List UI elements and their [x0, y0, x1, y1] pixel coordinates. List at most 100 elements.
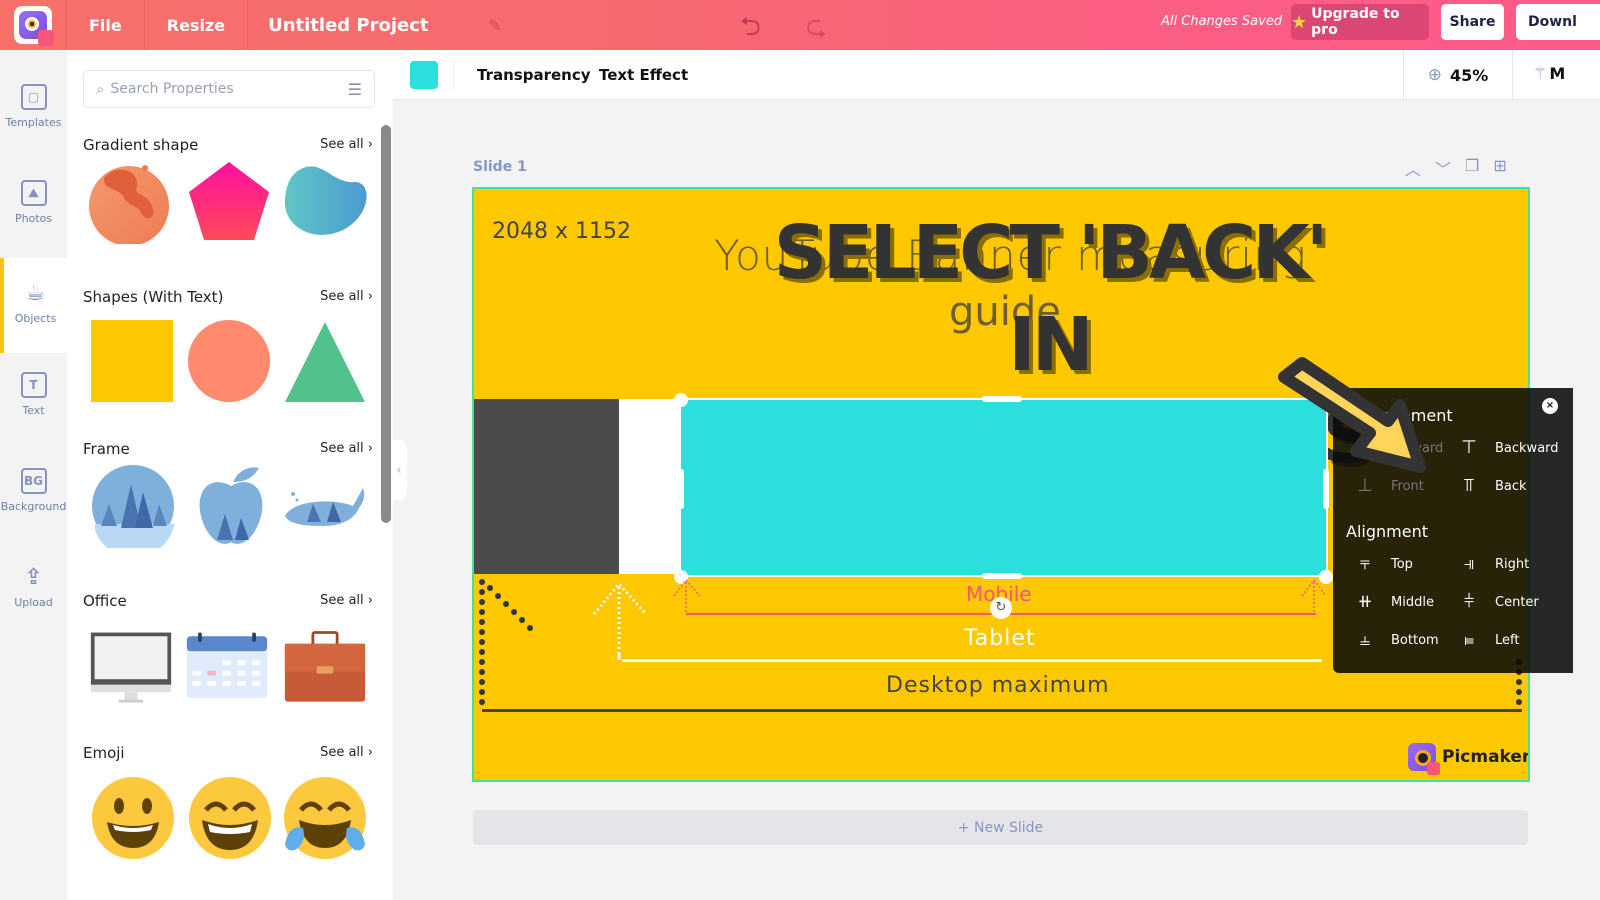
undo-icon[interactable]: ⮌ — [740, 8, 761, 52]
see-all-link[interactable]: See all › — [320, 441, 373, 456]
move-slide-up-icon[interactable]: ︿ — [1405, 156, 1421, 180]
magic-label: M — [1549, 64, 1566, 83]
upload-icon: ⇪ — [24, 564, 43, 590]
back-option[interactable]: ⫪ Back — [1457, 474, 1527, 498]
align-right-icon: ⫣ — [1463, 553, 1475, 574]
panel-scrollbar[interactable] — [381, 125, 391, 523]
dark-rectangle[interactable] — [474, 399, 619, 574]
rail-label: Upload — [14, 596, 53, 609]
backward-option[interactable]: ⊤ Backward — [1457, 436, 1558, 460]
rail-label: Text — [22, 404, 45, 417]
pink-pentagon-shape[interactable] — [187, 160, 271, 244]
slide-label: Slide 1 — [473, 159, 527, 175]
see-all-link[interactable]: See all › — [320, 137, 373, 152]
resize-handle-top[interactable] — [982, 396, 1022, 402]
whale-frame[interactable] — [283, 464, 367, 548]
rotate-handle-icon[interactable]: ↻ — [990, 597, 1012, 619]
collapse-panel-button[interactable]: ‹ — [391, 440, 407, 500]
resize-handle-left[interactable] — [678, 469, 684, 509]
upgrade-button[interactable]: ★ Upgrade to pro — [1291, 4, 1429, 40]
picmaker-logo-icon[interactable] — [14, 6, 54, 46]
duplicate-slide-icon[interactable]: ❐ — [1465, 156, 1479, 180]
tablet-label[interactable]: Tablet — [964, 626, 1036, 651]
magic-button[interactable]: ⚚ M — [1533, 64, 1565, 83]
new-slide-button[interactable]: + New Slide — [473, 810, 1528, 845]
yellow-square-shape[interactable] — [91, 320, 173, 402]
see-all-link[interactable]: See all › — [320, 289, 373, 304]
section-emoji: Emoji See all › — [83, 744, 373, 859]
magic-wand-icon: ⚚ — [1533, 64, 1548, 83]
desktop-guide-line — [482, 709, 1522, 712]
filter-sliders-icon[interactable]: ☰ — [348, 80, 362, 99]
smiley-emoji[interactable] — [91, 776, 175, 860]
align-middle-icon: ⧺ — [1357, 591, 1373, 612]
rail-item-background[interactable]: BG Background — [0, 438, 67, 534]
rail-label: Photos — [14, 212, 53, 225]
align-top-option[interactable]: ⫧ Top — [1353, 552, 1413, 576]
apple-frame[interactable] — [189, 464, 273, 548]
section-shapes-with-text: Shapes (With Text) See all › — [83, 288, 373, 402]
orange-blob-shape[interactable] — [89, 160, 173, 244]
align-center-icon: ⫩ — [1463, 591, 1475, 612]
search-icon: ⌕ — [96, 80, 105, 98]
rail-item-objects[interactable]: ☕ Objects — [0, 258, 67, 353]
move-slide-down-icon[interactable]: ﹀ — [1435, 156, 1451, 180]
see-all-link[interactable]: See all › — [320, 593, 373, 608]
edit-pencil-icon[interactable]: ✎ — [488, 16, 501, 35]
redo-icon[interactable]: ⮎ — [806, 8, 827, 52]
blue-blob-shape[interactable] — [283, 160, 367, 244]
tears-of-joy-emoji[interactable] — [283, 776, 367, 860]
salmon-circle-shape[interactable] — [188, 320, 270, 402]
rail-item-templates[interactable]: ▢ Templates — [0, 54, 67, 150]
white-rectangle[interactable] — [619, 399, 681, 574]
picmaker-brand[interactable]: Picmaker — [1408, 743, 1528, 775]
resize-button[interactable]: Resize — [145, 16, 247, 35]
project-title[interactable]: Untitled Project — [248, 15, 498, 36]
green-triangle-shape[interactable] — [283, 320, 367, 404]
tutorial-arrow-icon — [1278, 357, 1426, 473]
align-bottom-option[interactable]: ⫨ Bottom — [1353, 628, 1439, 652]
alignment-heading: Alignment — [1346, 522, 1428, 541]
align-bottom-icon: ⫨ — [1359, 629, 1371, 650]
add-slide-icon[interactable]: ⊞ — [1493, 156, 1506, 180]
align-center-option[interactable]: ⫩ Center — [1457, 590, 1539, 614]
color-swatch[interactable] — [410, 61, 438, 89]
chevron-left-icon: ‹ — [396, 463, 402, 477]
desktop-label[interactable]: Desktop maximum — [886, 673, 1110, 698]
resize-handle-top-left[interactable] — [674, 393, 688, 407]
text-icon: T — [20, 372, 47, 398]
rail-label: Templates — [5, 116, 62, 129]
align-left-option[interactable]: ⫢ Left — [1457, 628, 1520, 652]
rail-item-photos[interactable]: ⛰ Photos — [0, 150, 67, 246]
transparency-button[interactable]: Transparency — [477, 66, 591, 84]
background-icon: BG — [20, 468, 47, 494]
section-office: Office See all › — [83, 592, 373, 703]
rail-item-upload[interactable]: ⇪ Upload — [0, 534, 67, 630]
download-button[interactable]: Downl — [1516, 4, 1600, 40]
align-right-option[interactable]: ⫣ Right — [1457, 552, 1530, 576]
zoom-control[interactable]: ⊕ 45% — [1403, 50, 1513, 100]
rail-item-text[interactable]: T Text — [0, 342, 67, 438]
monitor-graphic[interactable] — [89, 626, 173, 710]
save-status: All Changes Saved — [1161, 14, 1283, 29]
share-button[interactable]: Share — [1441, 4, 1504, 40]
section-frame: Frame See all › — [83, 440, 373, 548]
divider — [453, 60, 454, 90]
see-all-link[interactable]: See all › — [320, 745, 373, 760]
dimensions-text[interactable]: 2048 x 1152 — [492, 219, 631, 244]
left-rail: ▢ Templates ⛰ Photos ☕ Objects T Text BG… — [0, 50, 67, 900]
templates-icon: ▢ — [20, 84, 47, 110]
selected-cyan-rectangle[interactable] — [679, 398, 1328, 577]
calendar-graphic[interactable] — [185, 626, 269, 710]
forest-circle-frame[interactable] — [91, 464, 175, 548]
align-left-icon: ⫢ — [1463, 629, 1475, 650]
text-effect-button[interactable]: Text Effect — [599, 66, 688, 84]
search-input[interactable]: ⌕ Search Properties ☰ — [83, 70, 375, 108]
slide-controls: ︿ ﹀ ❐ ⊞ — [1405, 156, 1507, 180]
rail-label: Background — [0, 500, 67, 513]
close-icon[interactable]: × — [1542, 398, 1558, 414]
grinning-emoji[interactable] — [188, 776, 272, 860]
file-menu-button[interactable]: File — [67, 16, 144, 35]
briefcase-graphic[interactable] — [283, 626, 367, 710]
align-middle-option[interactable]: ⧺ Middle — [1353, 590, 1434, 614]
